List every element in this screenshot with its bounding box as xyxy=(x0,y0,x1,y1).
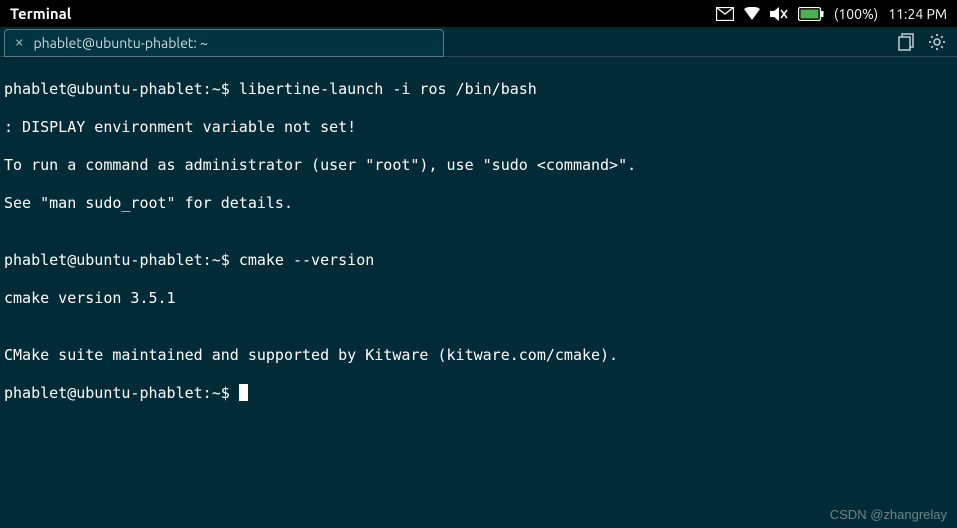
output-line: To run a command as administrator (user … xyxy=(4,156,953,175)
close-icon[interactable]: × xyxy=(15,35,23,51)
shell-prompt: phablet@ubuntu-phablet:~$ xyxy=(4,251,239,269)
tab-actions xyxy=(897,32,953,52)
output-line: CMake suite maintained and supported by … xyxy=(4,346,953,365)
output-line: See "man sudo_root" for details. xyxy=(4,194,953,213)
tab-bar: × phablet@ubuntu-phablet: ~ xyxy=(0,27,957,57)
watermark-text: CSDN @zhangrelay xyxy=(830,507,947,522)
shell-prompt: phablet@ubuntu-phablet:~$ xyxy=(4,80,239,98)
app-title: Terminal xyxy=(10,5,71,22)
wifi-icon[interactable] xyxy=(744,7,760,21)
tab-title: phablet@ubuntu-phablet: ~ xyxy=(33,35,207,51)
cursor-block xyxy=(239,384,248,401)
battery-percentage: (100%) xyxy=(834,6,878,22)
battery-icon[interactable] xyxy=(798,7,824,21)
command-text: cmake --version xyxy=(239,251,374,269)
mail-icon[interactable] xyxy=(716,7,734,21)
status-icons-area: (100%) 11:24 PM xyxy=(716,6,947,22)
volume-muted-icon[interactable] xyxy=(770,6,788,22)
terminal-tab[interactable]: × phablet@ubuntu-phablet: ~ xyxy=(4,29,444,57)
clock-time: 11:24 PM xyxy=(888,6,947,22)
output-line: : DISPLAY environment variable not set! xyxy=(4,118,953,137)
shell-prompt: phablet@ubuntu-phablet:~$ xyxy=(4,384,239,402)
copy-icon[interactable] xyxy=(897,32,917,52)
top-status-bar: Terminal (100%) 11:24 PM xyxy=(0,0,957,27)
output-line: cmake version 3.5.1 xyxy=(4,289,953,308)
gear-icon[interactable] xyxy=(927,32,947,52)
command-text: libertine-launch -i ros /bin/bash xyxy=(239,80,537,98)
terminal-output[interactable]: phablet@ubuntu-phablet:~$ libertine-laun… xyxy=(0,57,957,426)
